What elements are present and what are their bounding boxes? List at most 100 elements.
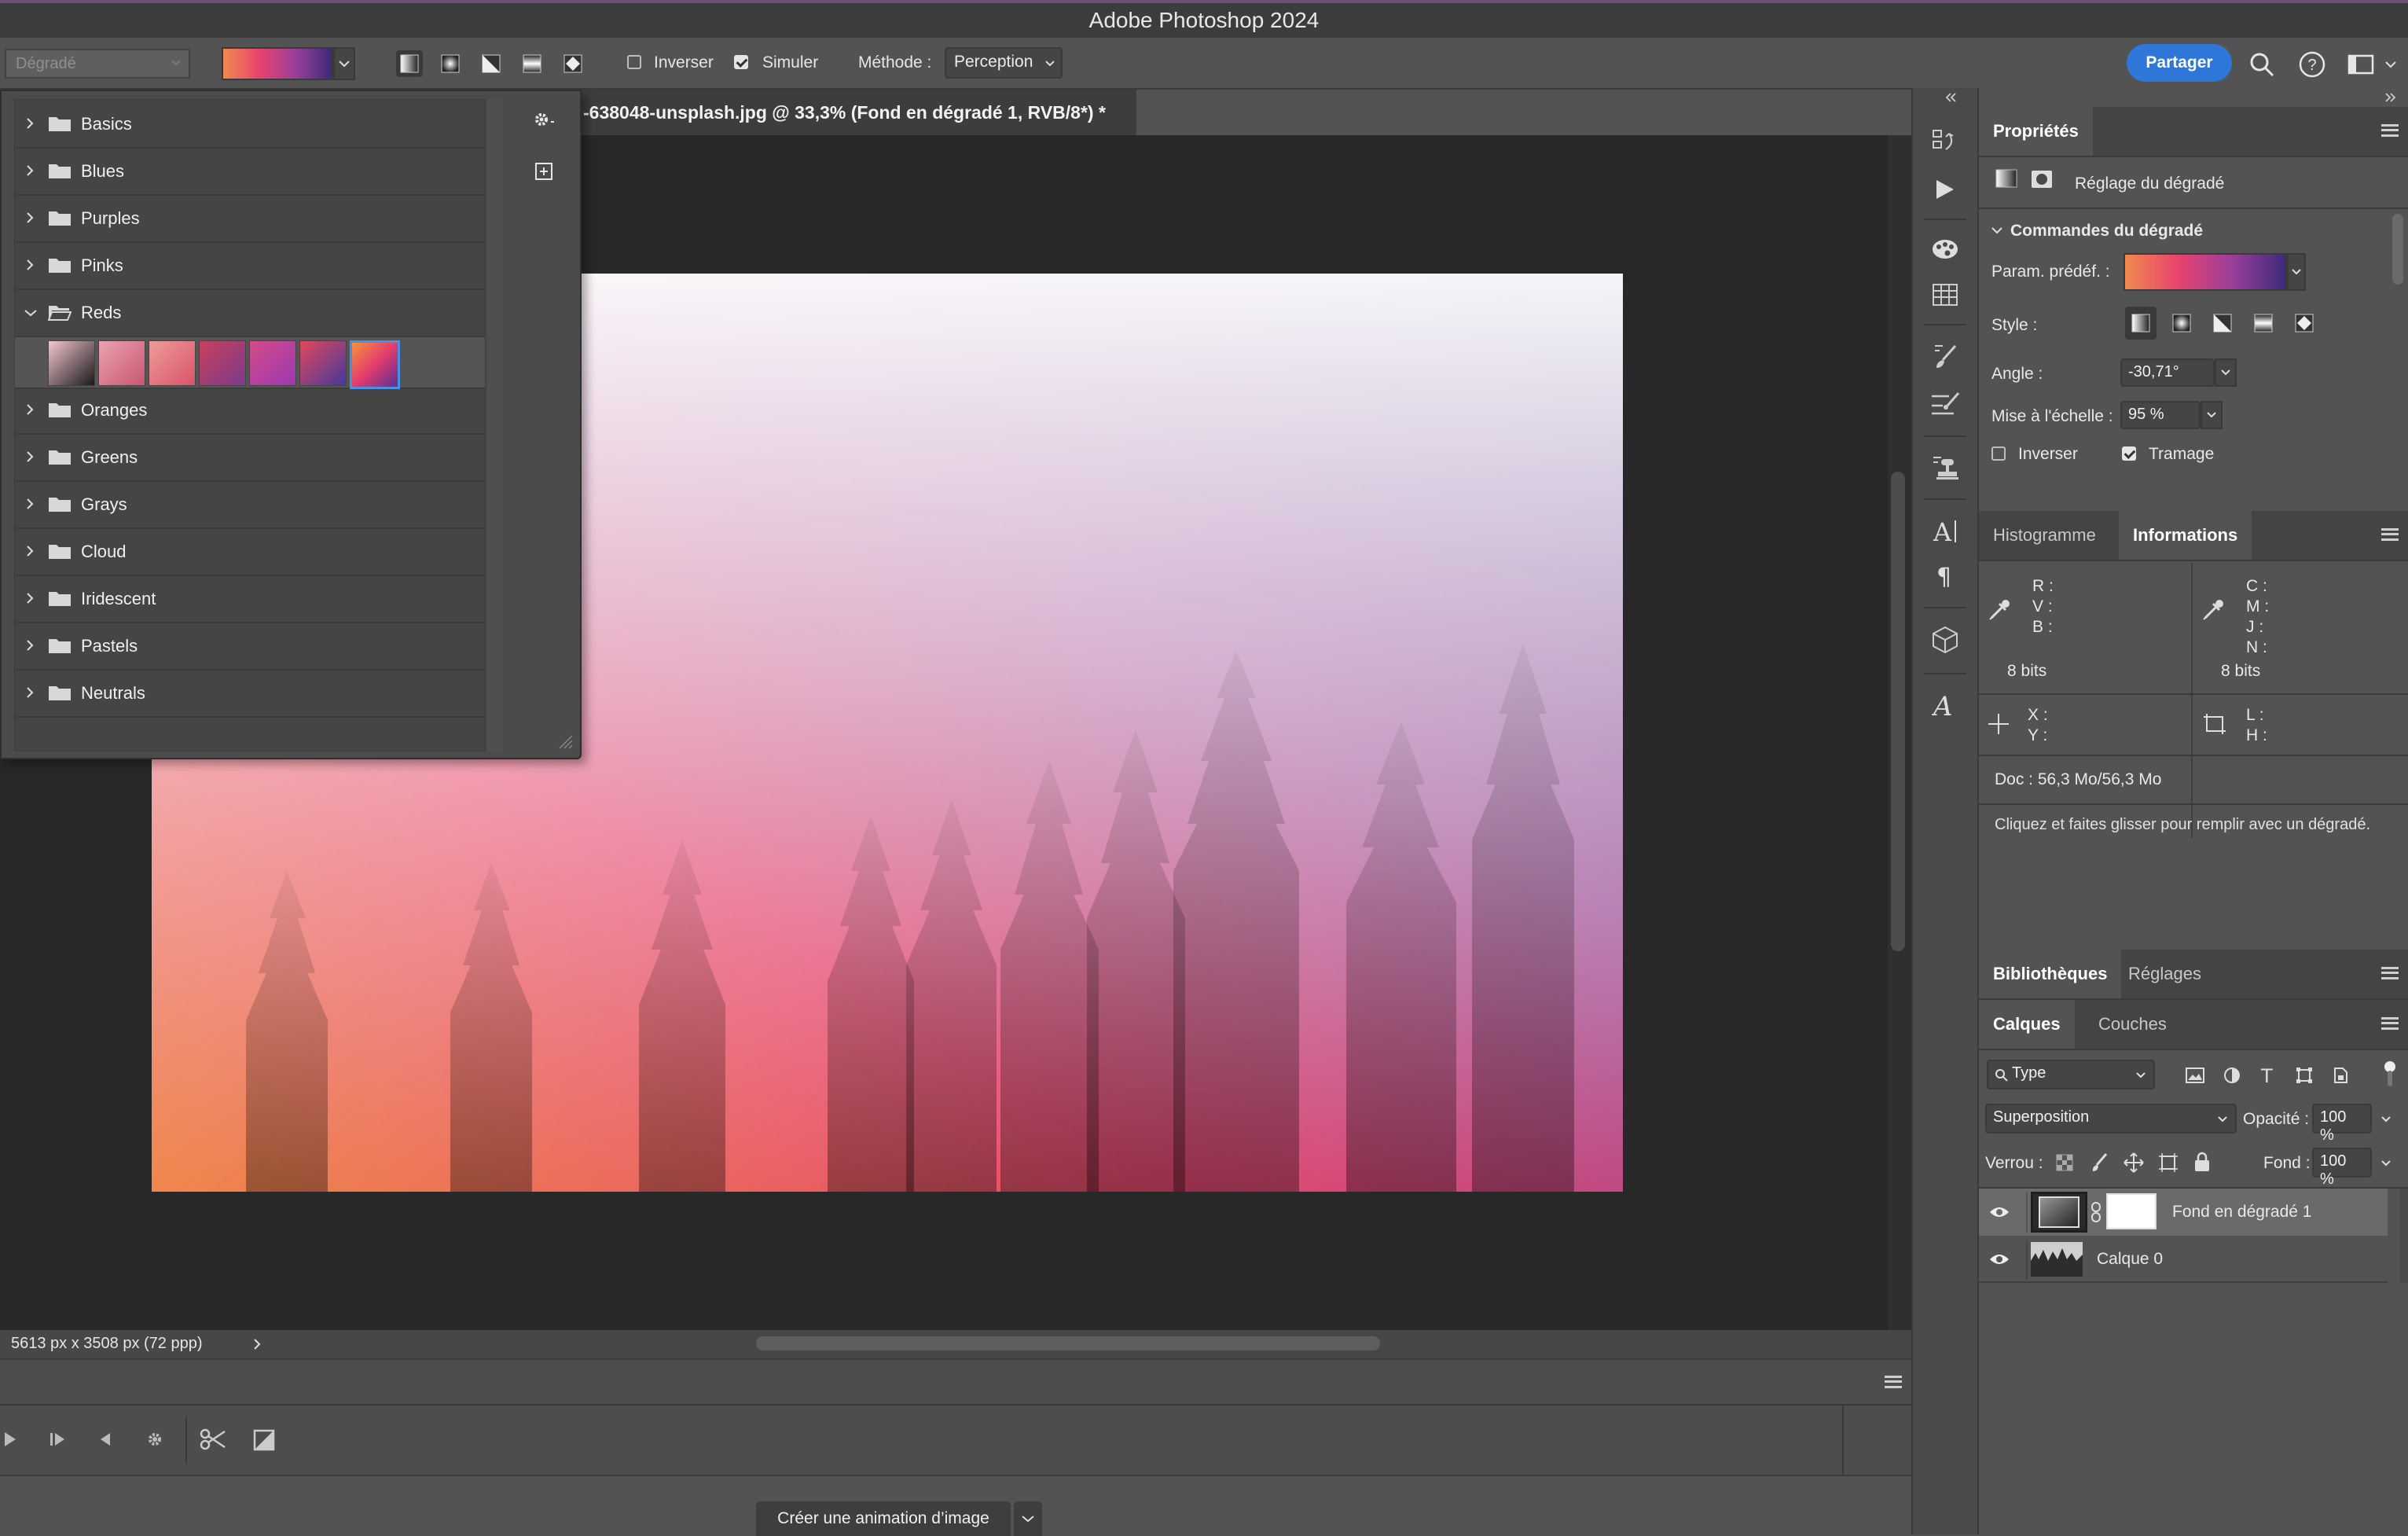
- resize-grip-icon[interactable]: [556, 733, 574, 750]
- layers-scrollbar[interactable]: [2400, 1189, 2408, 1283]
- simulate-checkbox[interactable]: [734, 55, 748, 69]
- character-icon[interactable]: A: [1932, 517, 1960, 546]
- lock-pixels-icon[interactable]: [2090, 1152, 2109, 1173]
- actions-play-icon[interactable]: [1933, 178, 1957, 201]
- preset-folder-blues[interactable]: Blues: [15, 149, 485, 196]
- 3d-cube-icon[interactable]: [1932, 626, 1958, 654]
- share-button[interactable]: Partager: [2127, 44, 2232, 82]
- swatches-grid-icon[interactable]: [1932, 283, 1958, 307]
- angle-dropdown[interactable]: [2215, 358, 2237, 387]
- gradient-swatch[interactable]: [199, 340, 246, 386]
- method-select[interactable]: Perception: [945, 47, 1063, 79]
- preset-folder-oranges[interactable]: Oranges: [15, 388, 485, 435]
- layer-row[interactable]: Fond en dégradé 1: [1979, 1189, 2388, 1236]
- diamond-gradient-button[interactable]: [560, 50, 586, 77]
- gradient-swatch[interactable]: [149, 340, 196, 386]
- gradient-preview[interactable]: [222, 47, 333, 80]
- preset-folder-pinks[interactable]: Pinks: [15, 243, 485, 290]
- play-icon[interactable]: [3, 1431, 17, 1448]
- reflected-gradient-button[interactable]: [519, 50, 545, 77]
- gear-icon[interactable]: [145, 1429, 165, 1450]
- tab-libraries[interactable]: Bibliothèques: [1979, 950, 2122, 998]
- folder-toggle[interactable]: [26, 545, 34, 557]
- glyphs-icon[interactable]: A: [1932, 690, 1960, 720]
- preset-folder-iridescent[interactable]: Iridescent: [15, 576, 485, 623]
- folder-toggle[interactable]: [26, 592, 34, 604]
- layer-mask-thumbnail[interactable]: [2106, 1193, 2157, 1229]
- info-menu-icon[interactable]: [2381, 528, 2399, 541]
- lock-position-icon[interactable]: [2124, 1152, 2144, 1173]
- preset-gradient-dropdown[interactable]: [2287, 253, 2306, 291]
- chevron-down-icon[interactable]: [2381, 1160, 2391, 1167]
- gradient-swatch[interactable]: [249, 340, 296, 386]
- blend-mode-select[interactable]: Superposition: [1985, 1104, 2237, 1134]
- folder-toggle[interactable]: [26, 498, 34, 510]
- preset-folder-grays[interactable]: Grays: [15, 482, 485, 529]
- prop-diamond-button[interactable]: [2289, 307, 2320, 340]
- eye-icon[interactable]: [1988, 1204, 2010, 1220]
- create-animation-dropdown[interactable]: [1014, 1501, 1042, 1536]
- folder-toggle[interactable]: [26, 117, 34, 130]
- prop-invert-checkbox[interactable]: [1991, 446, 2006, 461]
- collapse-right-icon[interactable]: [2384, 93, 2397, 102]
- preset-gradient-preview[interactable]: [2124, 253, 2287, 291]
- preset-list-scrollbar[interactable]: [487, 99, 503, 751]
- filter-toggle[interactable]: [2383, 1061, 2397, 1088]
- tab-layers[interactable]: Calques: [1979, 1000, 2075, 1049]
- prop-reflected-button[interactable]: [2248, 307, 2279, 340]
- radial-gradient-button[interactable]: [437, 50, 464, 77]
- transition-icon[interactable]: [253, 1429, 275, 1451]
- scale-input[interactable]: 95 %: [2120, 401, 2201, 429]
- history-icon[interactable]: [1932, 127, 1958, 156]
- folder-toggle[interactable]: [26, 450, 34, 463]
- step-backward-icon[interactable]: [97, 1431, 112, 1448]
- filter-pixel-icon[interactable]: [2185, 1066, 2205, 1085]
- scale-dropdown[interactable]: [2201, 401, 2223, 429]
- workspace-button[interactable]: [2345, 49, 2377, 80]
- chevron-down-icon[interactable]: [2381, 1116, 2391, 1123]
- gradient-dropdown[interactable]: [333, 47, 355, 80]
- linear-gradient-button[interactable]: [396, 50, 423, 77]
- prop-angle-button[interactable]: [2207, 307, 2238, 340]
- presets-settings-button[interactable]: [530, 105, 558, 134]
- layer-row[interactable]: Calque 0: [1979, 1237, 2388, 1283]
- preset-folder-greens[interactable]: Greens: [15, 435, 485, 482]
- fill-input[interactable]: 100 %: [2312, 1148, 2372, 1188]
- angle-gradient-button[interactable]: [478, 50, 505, 77]
- filter-shape-icon[interactable]: [2295, 1066, 2314, 1085]
- workspace-dropdown[interactable]: [2381, 57, 2400, 72]
- link-icon[interactable]: [2090, 1201, 2101, 1223]
- tab-info[interactable]: Informations: [2119, 511, 2252, 560]
- lock-all-icon[interactable]: [2193, 1151, 2212, 1173]
- scissors-icon[interactable]: [200, 1428, 226, 1451]
- invert-checkbox[interactable]: [627, 55, 641, 69]
- filter-smart-object-icon[interactable]: [2331, 1066, 2350, 1085]
- prop-linear-button[interactable]: [2125, 307, 2157, 340]
- prop-radial-button[interactable]: [2166, 307, 2197, 340]
- gradient-swatch[interactable]: [48, 340, 95, 386]
- chevron-down-icon[interactable]: [1991, 226, 2002, 234]
- brush-settings-icon[interactable]: [1932, 343, 1960, 371]
- horizontal-scroll-thumb[interactable]: [756, 1336, 1380, 1350]
- preset-folder-purples[interactable]: Purples: [15, 196, 485, 243]
- filter-adjustment-icon[interactable]: [2223, 1066, 2241, 1085]
- filter-type-icon[interactable]: T: [2259, 1066, 2278, 1085]
- preset-folder-basics[interactable]: Basics: [15, 101, 485, 149]
- properties-menu-icon[interactable]: [2381, 124, 2399, 137]
- search-button[interactable]: [2246, 49, 2278, 80]
- preset-folder-reds[interactable]: Reds: [15, 290, 485, 337]
- folder-toggle[interactable]: [26, 686, 34, 699]
- paragraph-icon[interactable]: ¶: [1935, 563, 1957, 590]
- eyedropper-icon[interactable]: [1988, 597, 2012, 621]
- help-button[interactable]: ?: [2296, 49, 2328, 80]
- color-palette-icon[interactable]: [1930, 237, 1960, 261]
- gradient-swatch[interactable]: [350, 340, 400, 389]
- libraries-menu-icon[interactable]: [2381, 967, 2399, 979]
- opacity-input[interactable]: 100 %: [2312, 1104, 2372, 1144]
- vertical-scroll-thumb[interactable]: [1891, 472, 1905, 951]
- lock-transparent-icon[interactable]: [2056, 1154, 2073, 1171]
- preset-folder-neutrals[interactable]: Neutrals: [15, 671, 485, 718]
- eye-icon[interactable]: [1988, 1251, 2010, 1267]
- timeline-menu-icon[interactable]: [1885, 1376, 1902, 1388]
- brush-presets-icon[interactable]: [1930, 390, 1962, 418]
